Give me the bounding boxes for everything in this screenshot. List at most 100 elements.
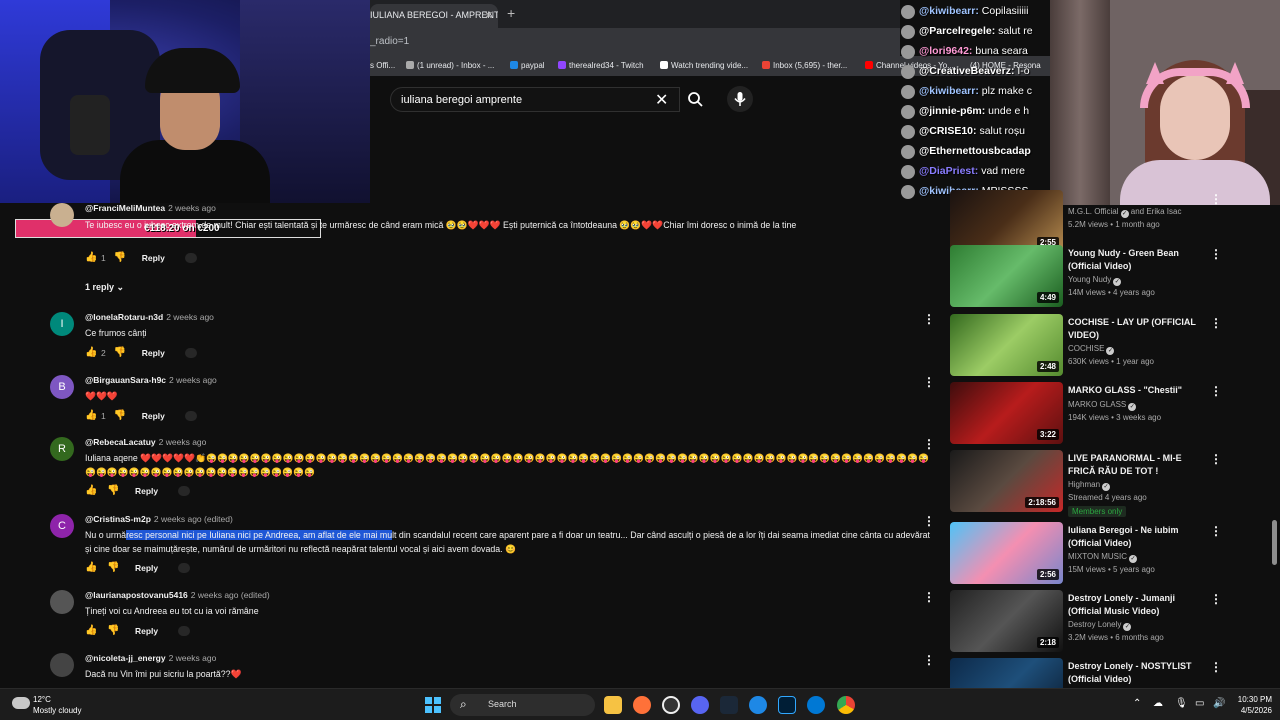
video-title[interactable]: COCHISE - LAY UP (OFFICIAL VIDEO): [1068, 316, 1208, 341]
avatar[interactable]: R: [50, 437, 74, 461]
cloud-icon[interactable]: [12, 697, 30, 709]
reply-button[interactable]: Reply: [135, 626, 158, 636]
comment-author[interactable]: @nicoleta-jj_energy: [85, 653, 166, 663]
video-title[interactable]: Young Nudy - Green Bean (Official Video): [1068, 247, 1208, 272]
microphone-icon[interactable]: 🎙: [1175, 698, 1188, 709]
like-icon[interactable]: 👍: [85, 625, 99, 636]
video-title[interactable]: LIVE PARANORMAL - MI-E FRICĂ RĂU DE TOT …: [1068, 452, 1208, 477]
taskbar-search[interactable]: ⌕ Search: [450, 694, 595, 716]
avatar[interactable]: [50, 653, 74, 677]
dislike-icon[interactable]: 👎: [107, 625, 121, 636]
comment-author[interactable]: @FranciMeliMuntea: [85, 203, 165, 213]
video-channel[interactable]: MARKO GLASS ✓: [1068, 400, 1137, 411]
file-explorer-icon[interactable]: [604, 696, 622, 714]
avatar[interactable]: I: [50, 312, 74, 336]
voice-search-button[interactable]: [727, 86, 753, 112]
reply-button[interactable]: Reply: [135, 563, 158, 573]
weather-description[interactable]: Mostly cloudy: [33, 706, 81, 715]
bookmark-item[interactable]: paypal: [510, 61, 545, 70]
clock-time[interactable]: 10:30 PM: [1232, 695, 1272, 704]
weather-temperature[interactable]: 12°C: [33, 695, 51, 704]
more-options-icon[interactable]: ⋮: [1210, 524, 1222, 538]
video-item[interactable]: 2:18:56 LIVE PARANORMAL - MI-E FRICĂ RĂU …: [950, 450, 1275, 517]
video-channel[interactable]: Highman ✓: [1068, 480, 1111, 491]
more-options-icon[interactable]: ⋮: [923, 590, 935, 604]
browser-tab[interactable]: IULIANA BEREGOI - AMPRENTE ✕: [370, 4, 498, 28]
dislike-icon[interactable]: 👎: [107, 485, 121, 496]
comment-author[interactable]: @CristinaS-m2p: [85, 514, 151, 524]
search-input[interactable]: iuliana beregoi amprente: [390, 87, 680, 112]
dislike-icon[interactable]: 👎: [114, 410, 128, 421]
video-channel[interactable]: Young Nudy ✓: [1068, 275, 1122, 286]
video-title[interactable]: Iuliana Beregoi - Ne iubim (Official Vid…: [1068, 524, 1208, 549]
more-options-icon[interactable]: ⋮: [923, 437, 935, 451]
video-item[interactable]: 3:22 MARKO GLASS - "Chestii" MARKO GLASS ✓ 1…: [950, 382, 1275, 446]
video-item[interactable]: 4:49 Young Nudy - Green Bean (Official Vi…: [950, 245, 1275, 309]
video-thumbnail[interactable]: 2:56: [950, 522, 1063, 584]
bookmark-item[interactable]: (1 unread) - Inbox - ...: [406, 61, 494, 70]
bookmark-item[interactable]: s Offi...: [370, 61, 395, 70]
bookmark-item[interactable]: Watch trending vide...: [660, 61, 748, 70]
video-title[interactable]: MARKO GLASS - "Chestii": [1068, 384, 1208, 397]
more-options-icon[interactable]: ⋮: [923, 653, 935, 667]
more-options-icon[interactable]: ⋮: [1210, 452, 1222, 466]
chrome-icon[interactable]: [837, 696, 855, 714]
address-bar[interactable]: _radio=1: [370, 28, 900, 56]
app-icon[interactable]: [662, 696, 680, 714]
reply-button[interactable]: Reply: [135, 486, 158, 496]
discord-icon[interactable]: [691, 696, 709, 714]
video-channel[interactable]: COCHISE ✓: [1068, 344, 1115, 355]
comment-author[interactable]: @BirgauanSara-h9c: [85, 375, 166, 385]
bookmark-item[interactable]: Inbox (5,695) - ther...: [762, 61, 847, 70]
more-options-icon[interactable]: ⋮: [1210, 592, 1222, 606]
video-channel[interactable]: MIXTON MUSIC ✓: [1068, 552, 1137, 563]
volume-icon[interactable]: 🔊: [1213, 698, 1225, 709]
replies-toggle[interactable]: 1 reply ⌄: [85, 282, 124, 293]
dislike-icon[interactable]: 👎: [114, 347, 128, 358]
more-options-icon[interactable]: ⋮: [923, 514, 935, 528]
more-options-icon[interactable]: ⋮: [923, 312, 935, 326]
like-icon[interactable]: 👍: [85, 347, 99, 358]
comment-author[interactable]: @RebecaLacatuy: [85, 437, 156, 447]
display-icon[interactable]: ▭: [1195, 698, 1204, 709]
more-options-icon[interactable]: ⋮: [1210, 660, 1222, 674]
comment-author[interactable]: @laurianapostovanu5416: [85, 590, 188, 600]
more-options-icon[interactable]: ⋮: [1210, 384, 1222, 398]
more-options-icon[interactable]: ⋮: [1210, 316, 1222, 330]
close-tab-icon[interactable]: ✕: [484, 9, 493, 22]
steam-icon[interactable]: [720, 696, 738, 714]
bookmark-item[interactable]: therealred34 - Twitch: [558, 61, 644, 70]
new-tab-icon[interactable]: +: [507, 5, 515, 21]
more-options-icon[interactable]: ⋮: [1210, 192, 1222, 206]
reply-button[interactable]: Reply: [142, 411, 165, 421]
app-icon[interactable]: [807, 696, 825, 714]
video-item[interactable]: 2:48 COCHISE - LAY UP (OFFICIAL VIDEO) COC…: [950, 314, 1275, 378]
video-title[interactable]: Destroy Lonely - NOSTYLIST (Official Vid…: [1068, 660, 1208, 685]
avatar[interactable]: [50, 590, 74, 614]
comment-author[interactable]: @IonelaRotaru-n3d: [85, 312, 163, 322]
more-options-icon[interactable]: ⋮: [923, 375, 935, 389]
search-button[interactable]: [680, 87, 712, 112]
video-thumbnail[interactable]: 2:55: [950, 190, 1063, 252]
video-title[interactable]: Destroy Lonely - Jumanji (Official Music…: [1068, 592, 1208, 617]
windows-start-icon[interactable]: [425, 697, 441, 713]
chevron-up-icon[interactable]: ⌃: [1133, 698, 1141, 709]
avatar[interactable]: B: [50, 375, 74, 399]
like-icon[interactable]: 👍: [85, 410, 99, 421]
video-thumbnail[interactable]: 2:18:56: [950, 450, 1063, 512]
more-options-icon[interactable]: ⋮: [1210, 247, 1222, 261]
video-channel[interactable]: Destroy Lonely ✓: [1068, 620, 1132, 631]
dislike-icon[interactable]: 👎: [107, 562, 121, 573]
cloud-sync-icon[interactable]: ☁: [1153, 698, 1163, 709]
video-item[interactable]: 2:56 Iuliana Beregoi - Ne iubim (Official…: [950, 522, 1275, 586]
video-thumbnail[interactable]: 2:48: [950, 314, 1063, 376]
video-channel[interactable]: M.G.L. Official ✓ and Erika Isac: [1068, 207, 1181, 218]
app-icon[interactable]: [749, 696, 767, 714]
video-thumbnail[interactable]: 3:22: [950, 382, 1063, 444]
scrollbar[interactable]: [1272, 520, 1277, 565]
avatar[interactable]: C: [50, 514, 74, 538]
clock-date[interactable]: 4/5/2026: [1232, 706, 1272, 715]
like-icon[interactable]: 👍: [85, 252, 99, 263]
reply-button[interactable]: Reply: [142, 348, 165, 358]
clear-search-icon[interactable]: ✕: [655, 90, 668, 110]
